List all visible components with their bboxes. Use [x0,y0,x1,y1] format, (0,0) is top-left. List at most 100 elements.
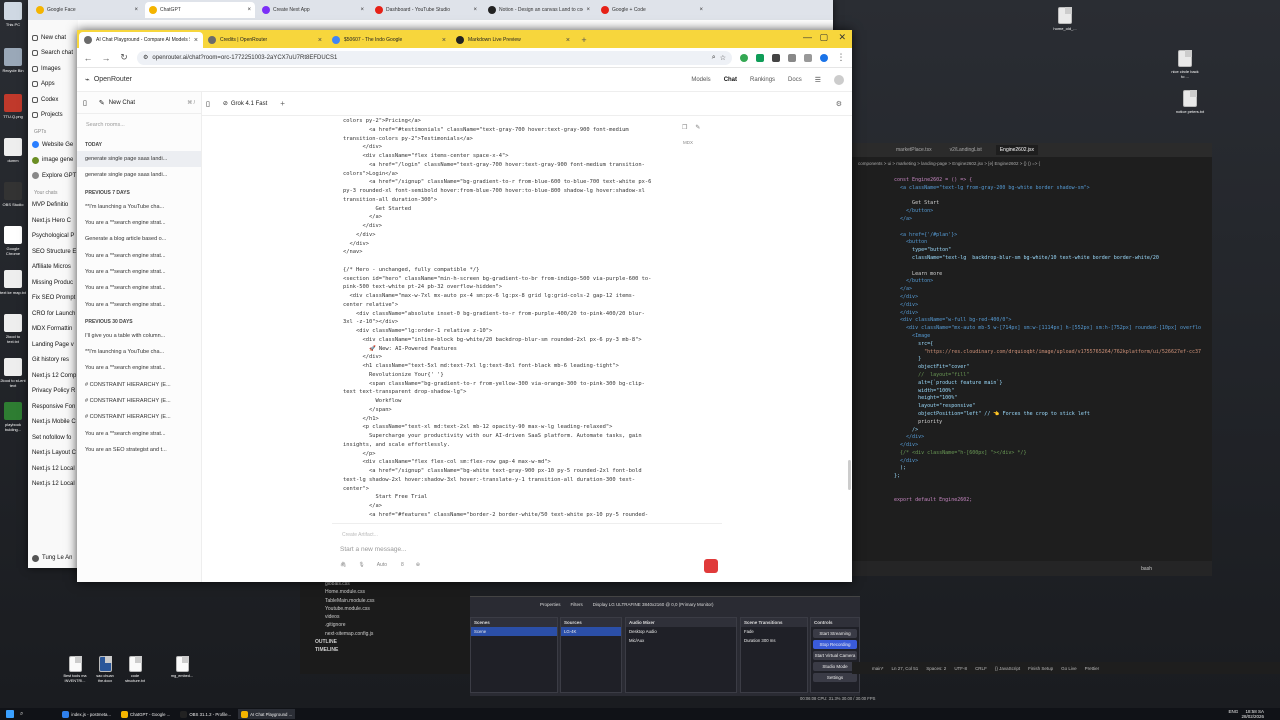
openrouter-logo[interactable]: ⌁ OpenRouter [85,75,132,84]
chat-history-item[interactable]: Next.js 12 Local [28,461,78,477]
compare-icon[interactable]: ▯ [206,100,210,108]
chat-room-item[interactable]: You are a **search engine strat... [77,264,201,280]
browser-tab[interactable]: Notion - Design an canvas Land to code × [484,2,594,18]
chat-history-item[interactable]: Psychological P [28,229,78,245]
message-input[interactable]: Start a new message... [340,546,406,553]
tab-close-icon[interactable]: × [360,7,364,13]
vscode-editor[interactable]: const Engine2602 = () => { <a className=… [852,177,1212,537]
obs-panel-item[interactable]: Duration 300 ms [741,636,807,645]
add-model-button[interactable]: + [280,99,285,108]
status-item[interactable]: {} JavaScript [995,666,1020,671]
chat-room-item[interactable]: You are a **search engine strat... [77,360,201,376]
desktop-icon[interactable]: TTU.Q.png [0,94,26,124]
obs-panel-item[interactable]: Mic/Aux [626,636,736,645]
obs-control-button[interactable]: Start Virtual Camera [813,651,857,660]
status-item[interactable]: Spaces: 2 [926,666,946,671]
chat-history-item[interactable]: Missing Produc [28,275,78,291]
desktop-icon[interactable]: text ke map.txt [0,270,26,300]
desktop-icon[interactable]: dumm [0,138,26,168]
nav-rankings[interactable]: Rankings [750,77,775,83]
tab-close-icon[interactable]: × [473,7,477,13]
bookmark-star-icon[interactable]: ☆ [720,54,726,62]
chat-history-item[interactable]: Next.js Hero C [28,213,78,229]
desktop-icon[interactable]: Google Chrome [0,226,26,256]
input-tool-button[interactable]: Auto [377,562,387,568]
chatgpt-sidebar-item[interactable]: Images [28,61,78,77]
taskbar-app[interactable]: OBS 31.1.2 - Profile... [177,709,234,719]
new-tab-button[interactable]: + [579,35,589,45]
explorer-item[interactable]: Youtube.module.css [325,605,470,613]
create-artifact-button[interactable]: Create Artifact... [342,532,378,538]
chat-history-item[interactable]: Affiliate Micros [28,260,78,276]
extension-icon[interactable] [756,53,764,62]
desktop-icon[interactable]: Best tools ma INVENTRI... [62,656,88,683]
tab-close-icon[interactable]: × [442,37,446,44]
chat-room-item[interactable]: You are an SEO strategist and t... [77,442,201,458]
obs-control-button[interactable]: Studio Mode [813,662,857,671]
explorer-item[interactable]: videos [325,613,470,621]
tab-close-icon[interactable]: × [247,7,251,13]
globe-icon[interactable]: ⊕ [416,562,420,568]
user-profile[interactable]: Tung Le An [28,551,72,567]
explorer-item[interactable]: Home.module.css [325,588,470,596]
tab-close-icon[interactable]: × [586,7,590,13]
status-item[interactable]: main* [872,666,884,671]
chatgpt-sidebar-item[interactable]: New chat [28,30,78,46]
edit-icon[interactable]: ✎ [695,124,700,131]
chat-room-item[interactable]: You are a **search engine strat... [77,296,201,312]
chat-history-item[interactable]: Next.js Mobile C [28,415,78,431]
menu-icon[interactable]: ☰ [815,76,821,84]
desktop-icon[interactable]: Recycle Bin [0,48,26,78]
chat-history-item[interactable]: MVP Definitio [28,198,78,214]
desktop-icon[interactable]: code structure.txt [122,656,148,683]
chat-room-item[interactable]: I'll give you a table with column... [77,328,201,344]
browser-tab[interactable]: $50607 - The Indo Google × [327,32,451,48]
chat-history-item[interactable]: Next.js 12 Comp [28,368,78,384]
obs-panel-item[interactable]: LG-4K [561,627,621,636]
status-item[interactable]: Prettier [1085,666,1100,671]
browser-tab[interactable]: Create Next App × [258,2,368,18]
desktop-icon[interactable]: nice circle back to ... [1170,50,1200,79]
chat-history-item[interactable]: Set nofollow fo [28,430,78,446]
obs-control-button[interactable]: Start Streaming [813,629,857,638]
tab-close-icon[interactable]: × [318,37,322,44]
model-selector[interactable]: ⊘ Grok 4.1 Fast [218,97,272,110]
chatgpt-sidebar-item[interactable]: Apps [28,77,78,93]
chat-room-item[interactable]: **I'm launching a YouTube cha... [77,199,201,215]
chat-history-item[interactable]: Landing Page v [28,337,78,353]
chat-room-item[interactable]: You are a **search engine strat... [77,247,201,263]
taskbar-app[interactable]: AI Chat Playground ... [238,709,296,719]
chat-room-item[interactable]: You are a **search engine strat... [77,215,201,231]
desktop-icon[interactable]: playbook bulding... [0,402,26,432]
lang-indicator[interactable]: ENG [1228,709,1238,714]
editor-tab[interactable]: v2/LandingList [946,145,986,155]
chatgpt-sidebar-item[interactable]: Search chat [28,46,78,62]
terminal-label[interactable]: bash [1141,566,1152,572]
search-icon[interactable]: ⌕ [712,54,716,62]
tab-close-icon[interactable]: × [699,7,703,13]
obs-panel-item[interactable]: Fade [741,627,807,636]
taskbar-app[interactable]: ChatGPT - Google ... [118,709,173,719]
explorer-item[interactable]: TIMELINE [315,646,470,654]
obs-control-button[interactable]: Settings [813,673,857,682]
browser-menu-icon[interactable]: ⋮ [836,52,846,63]
gpt-item[interactable]: image gene [28,153,78,169]
chat-history-item[interactable]: Next.js 12 Local [28,477,78,493]
sidebar-toggle-icon[interactable]: ▯ [83,99,87,107]
obs-properties-button[interactable]: Properties [540,602,561,607]
reload-icon[interactable]: ↻ [119,52,129,63]
tab-close-icon[interactable]: × [134,7,138,13]
chat-history-item[interactable]: Responsive Fon [28,399,78,415]
status-item[interactable]: CRLF [975,666,987,671]
extension-icon[interactable] [772,53,780,62]
new-chat-icon[interactable]: ✎ [99,99,105,107]
obs-control-button[interactable]: Stop Recording [813,640,857,649]
nav-models[interactable]: Models [691,77,710,83]
sidepanel-icon[interactable] [804,53,812,62]
browser-tab[interactable]: Dashboard - YouTube Studio × [371,2,481,18]
chat-history-item[interactable]: MDX Formattin [28,322,78,338]
chat-room-item[interactable]: You are a **search engine strat... [77,425,201,441]
forward-arrow-icon[interactable]: → [101,53,111,63]
new-chat-button[interactable]: New Chat [109,100,135,106]
chat-history-item[interactable]: Fix SEO Prompt [28,291,78,307]
